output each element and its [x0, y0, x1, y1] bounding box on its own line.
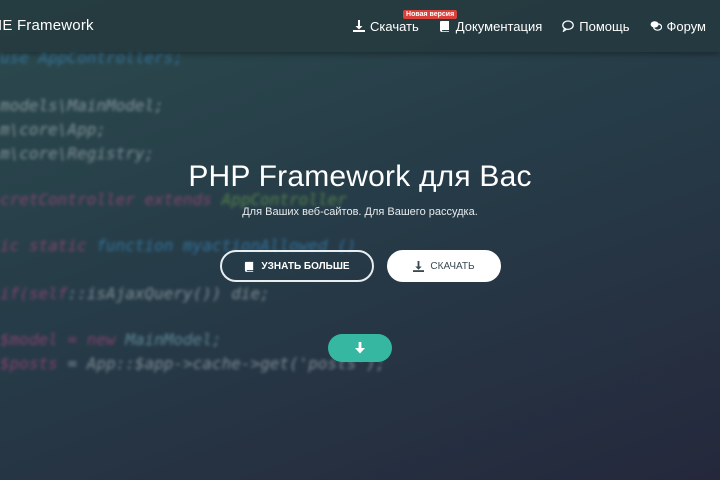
nav-docs-label: Документация — [455, 18, 543, 34]
main-nav: Скачать Новая версия Документация Помощь… — [353, 0, 706, 52]
nav-help-label: Помощь — [579, 18, 630, 34]
learn-more-label: УЗНАТЬ БОЛЬШЕ — [261, 260, 350, 272]
speech-bubble-icon — [562, 20, 575, 32]
hero-title: PHP Framework для Вас — [188, 160, 532, 193]
book-icon — [245, 261, 254, 272]
code-text: $model — [0, 330, 68, 349]
code-text: m\core\App; — [0, 120, 106, 139]
code-line: $model = new MainModel; — [0, 330, 222, 349]
new-version-badge: Новая версия — [403, 9, 458, 19]
nav-forum-label: Форум — [666, 18, 707, 34]
download-button[interactable]: СКАЧАТЬ — [387, 250, 501, 282]
nav-forum[interactable]: Форум — [650, 18, 707, 34]
nav-help[interactable]: Помощь — [562, 18, 630, 34]
arrow-down-icon — [355, 342, 365, 354]
scroll-down-button[interactable] — [328, 334, 392, 362]
code-line: models\MainModel; — [0, 96, 164, 115]
code-text: if( — [0, 284, 29, 303]
code-text: ic static — [0, 236, 97, 255]
code-text: models\MainModel; — [0, 96, 164, 115]
top-navbar: IE Framework Скачать Новая версия Докуме… — [0, 0, 720, 52]
code-text: MainModel; — [125, 330, 222, 349]
download-icon — [353, 20, 366, 32]
nav-download[interactable]: Скачать Новая версия — [353, 9, 458, 34]
code-line: if(self::isAjaxQuery()) die; — [0, 284, 270, 303]
brand-logo[interactable]: IE Framework — [0, 17, 94, 34]
code-text: self — [28, 284, 68, 303]
code-line: m\core\App; — [0, 120, 106, 139]
code-text: $posts — [0, 354, 68, 373]
code-text: ::isAjaxQuery()) die; — [67, 284, 270, 303]
hero-subtitle: Для Ваших веб-сайтов. Для Вашего рассудк… — [242, 206, 478, 218]
nav-download-label: Скачать — [370, 18, 419, 34]
code-line: $posts = App::$app->cache->get('posts'); — [0, 354, 385, 373]
book-icon — [439, 21, 449, 32]
nav-docs[interactable]: Документация — [439, 18, 543, 34]
download-label: СКАЧАТЬ — [430, 260, 475, 272]
code-text: = new — [67, 330, 126, 349]
download-icon — [413, 260, 425, 272]
chat-bubbles-icon — [650, 21, 662, 31]
code-text: function — [96, 236, 184, 255]
learn-more-button[interactable]: УЗНАТЬ БОЛЬШЕ — [220, 250, 374, 282]
